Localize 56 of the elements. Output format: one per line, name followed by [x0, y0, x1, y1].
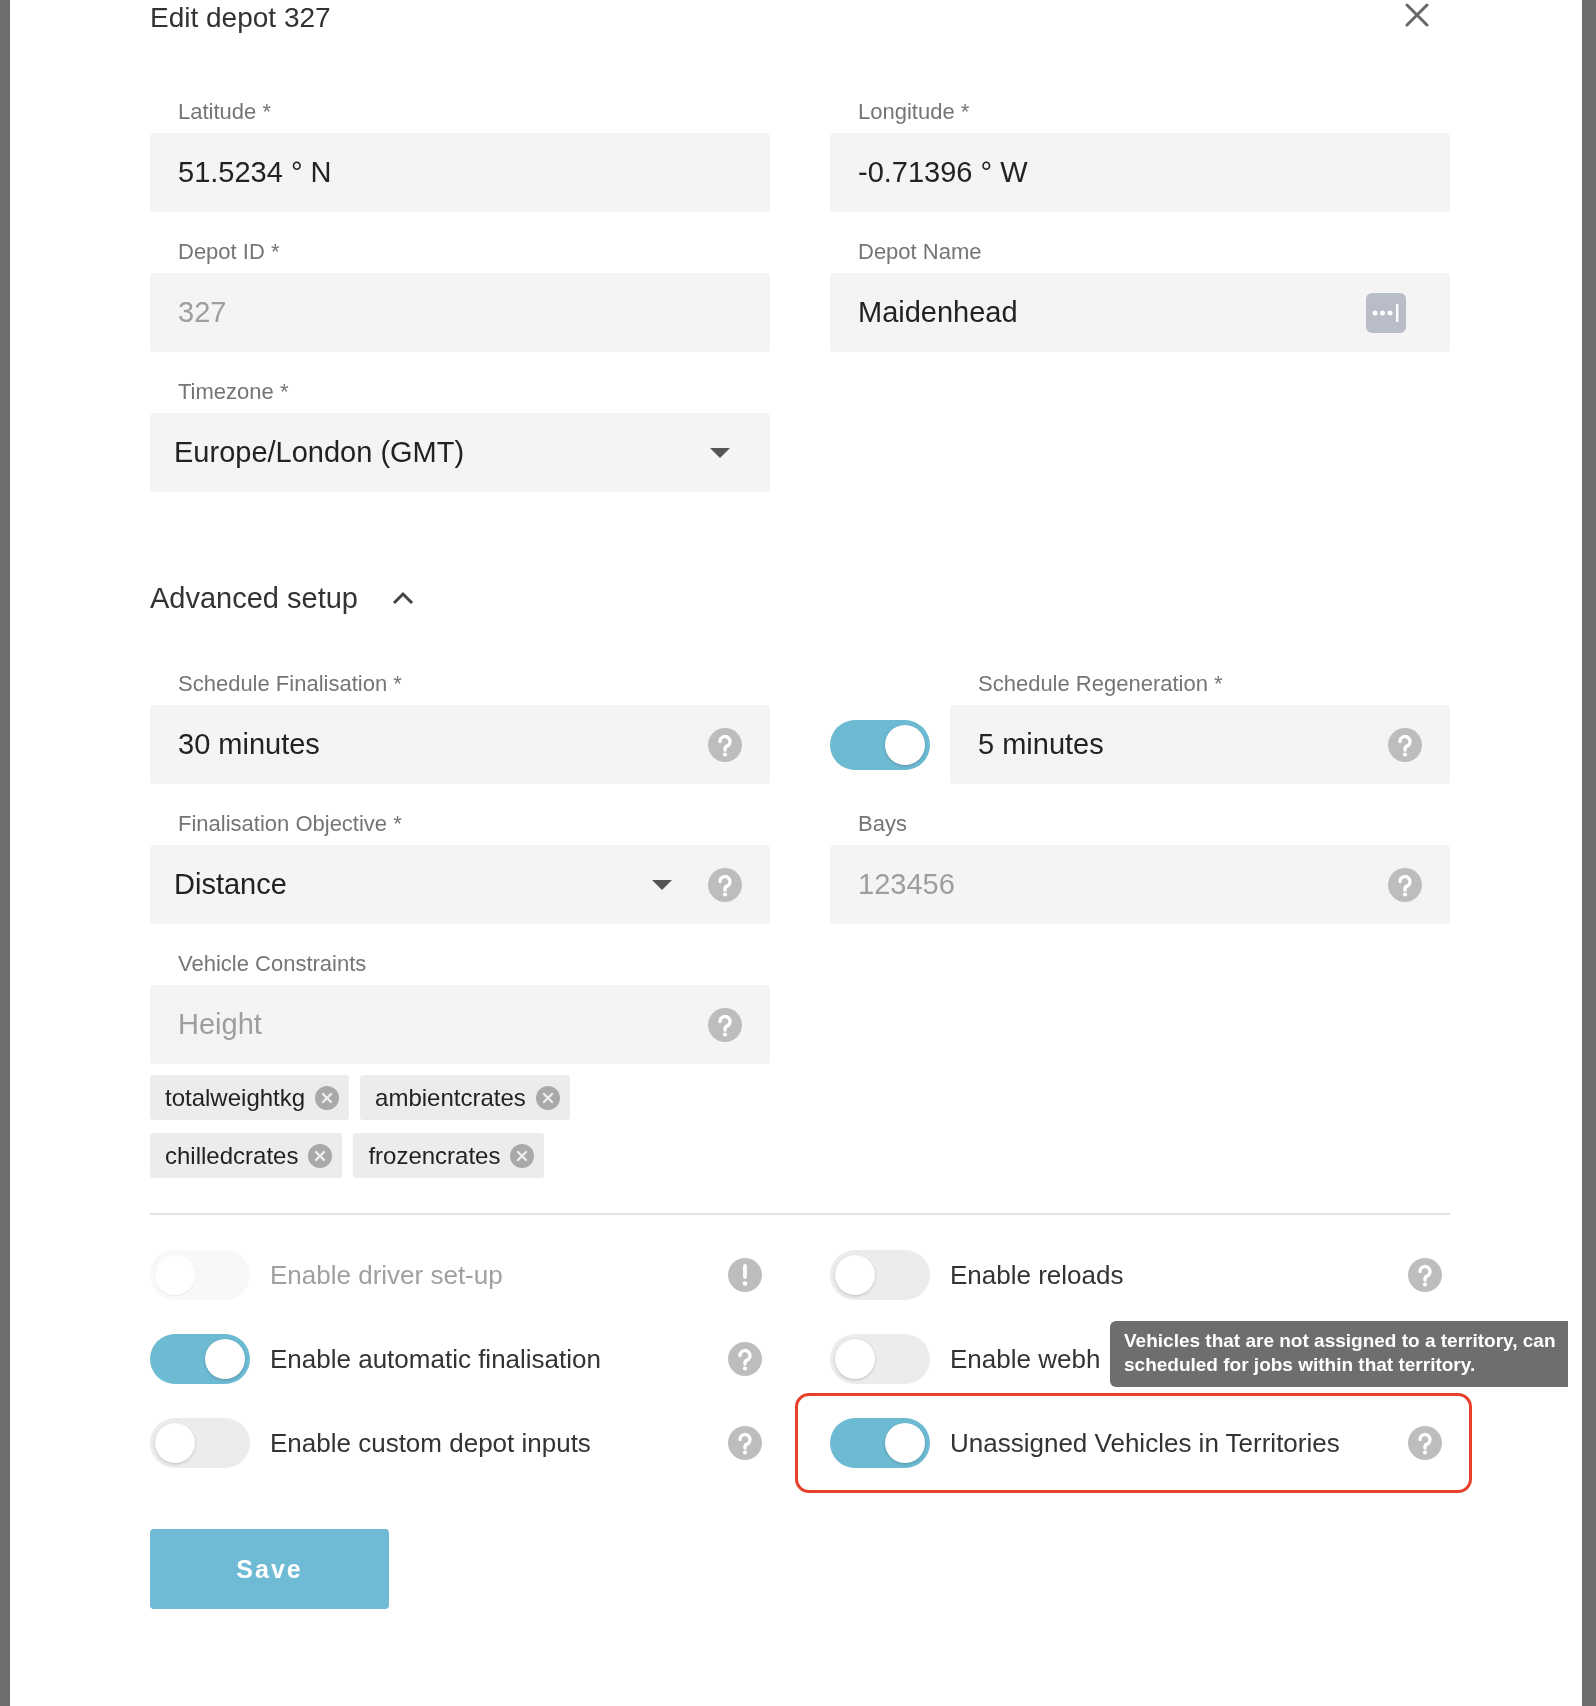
- field-label: Schedule Regeneration *: [977, 670, 1223, 698]
- autofill-icon[interactable]: [1366, 292, 1406, 333]
- alert-icon[interactable]: [728, 1258, 762, 1292]
- toggle-label: Enable driver set-up: [270, 1259, 503, 1291]
- toggle-switch[interactable]: [830, 1250, 930, 1300]
- field-label: Schedule Finalisation *: [177, 670, 402, 698]
- toggle-label: Enable custom depot inputs: [270, 1427, 591, 1459]
- remove-icon[interactable]: [535, 1085, 560, 1110]
- text-field[interactable]: -0.71396 ° W: [830, 133, 1450, 212]
- field-label: Longitude *: [857, 98, 970, 126]
- toggle-switch[interactable]: [830, 1418, 930, 1468]
- toggle-label: Unassigned Vehicles in Territories: [950, 1427, 1340, 1459]
- field-label: Timezone *: [177, 378, 289, 406]
- advanced-setup-toggle[interactable]: Advanced setup: [150, 578, 414, 618]
- help-icon[interactable]: [728, 1342, 762, 1376]
- toggle-label: Enable reloads: [950, 1259, 1124, 1291]
- help-icon[interactable]: [728, 1426, 762, 1460]
- select-field[interactable]: Distance: [150, 845, 770, 924]
- remove-icon[interactable]: [510, 1143, 535, 1168]
- text-field[interactable]: 5 minutes: [950, 705, 1450, 784]
- toggle-switch[interactable]: [830, 1334, 930, 1384]
- tag: chilledcrates: [150, 1133, 343, 1178]
- field-label: Depot Name: [857, 238, 982, 266]
- help-icon[interactable]: [708, 1007, 742, 1042]
- toggle-switch[interactable]: [150, 1334, 250, 1384]
- help-icon[interactable]: [708, 727, 742, 762]
- tag: totalweightkg: [150, 1075, 350, 1120]
- toggle-label: Enable webh: [950, 1343, 1101, 1375]
- field-label: Depot ID *: [177, 238, 280, 266]
- dialog-title: Edit depot 327: [150, 1, 331, 34]
- help-icon[interactable]: [1408, 1426, 1442, 1460]
- help-icon[interactable]: [708, 867, 742, 902]
- field-label: Bays: [857, 810, 907, 838]
- field-label: Vehicle Constraints: [177, 950, 367, 978]
- help-icon[interactable]: [1388, 867, 1422, 902]
- toggle-switch[interactable]: [830, 719, 930, 770]
- text-field[interactable]: 30 minutes: [150, 705, 770, 784]
- tag: ambientcrates: [360, 1075, 570, 1120]
- dropdown-caret-icon[interactable]: [652, 879, 672, 890]
- field-label: Finalisation Objective *: [177, 810, 402, 838]
- help-icon[interactable]: [1408, 1258, 1442, 1292]
- field-label: Latitude *: [177, 98, 271, 126]
- remove-icon[interactable]: [315, 1085, 340, 1110]
- text-field[interactable]: 51.5234 ° N: [150, 133, 770, 212]
- text-field[interactable]: Maidenhead: [830, 273, 1450, 352]
- chevron-up-icon[interactable]: [392, 591, 414, 605]
- help-icon[interactable]: [1388, 727, 1422, 762]
- tag: frozencrates: [353, 1133, 545, 1178]
- close-icon[interactable]: [1404, 2, 1430, 28]
- tooltip-text: Vehicles that are not assigned to a territory, can: [1124, 1329, 1556, 1353]
- toggle-switch[interactable]: [150, 1418, 250, 1468]
- tooltip-text: scheduled for jobs within that territory.: [1124, 1353, 1477, 1377]
- remove-icon[interactable]: [308, 1143, 333, 1168]
- dropdown-caret-icon[interactable]: [710, 447, 730, 458]
- toggle-label: Enable automatic finalisation: [270, 1343, 601, 1375]
- select-field[interactable]: Europe/London (GMT): [150, 413, 770, 492]
